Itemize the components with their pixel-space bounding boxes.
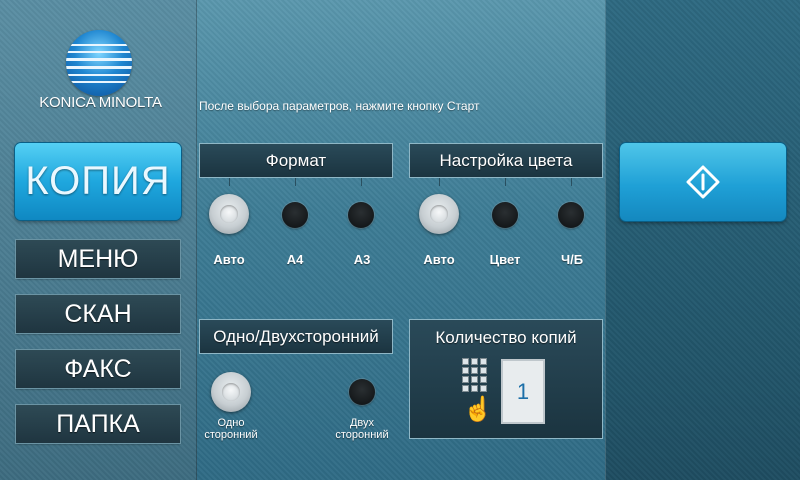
start-icon: [686, 165, 720, 199]
menu-button[interactable]: МЕНЮ: [16, 240, 180, 278]
format-tick: [361, 178, 362, 186]
scan-button-label: СКАН: [64, 299, 132, 328]
format-title: Формат: [265, 150, 327, 170]
duplex-single-radio[interactable]: [211, 372, 251, 412]
fax-button[interactable]: ФАКС: [16, 350, 180, 388]
color-title: Настройка цвета: [439, 150, 573, 170]
right-panel: [605, 0, 800, 480]
scan-button[interactable]: СКАН: [16, 295, 180, 333]
copy-mode-label: КОПИЯ: [25, 159, 171, 203]
color-color-radio[interactable]: [492, 202, 518, 228]
color-header: Настройка цвета: [410, 144, 602, 177]
copies-panel[interactable]: Количество копий ☝ 1: [410, 320, 602, 438]
instruction-text: После выбора параметров, нажмите кнопку …: [199, 99, 480, 113]
copies-count-value: 1: [516, 378, 530, 404]
start-button[interactable]: [620, 143, 786, 221]
duplex-double-label: Двух сторонний: [327, 417, 397, 441]
menu-button-label: МЕНЮ: [57, 244, 139, 273]
format-a4-radio[interactable]: [282, 202, 308, 228]
copies-count-field[interactable]: 1: [501, 359, 545, 424]
format-auto-radio[interactable]: [209, 194, 249, 234]
color-tick: [505, 178, 506, 186]
duplex-single-label: Одно сторонний: [196, 417, 266, 441]
color-bw-label: Ч/Б: [560, 252, 584, 267]
duplex-double-label-line1: Двух: [349, 417, 375, 429]
color-tick: [439, 178, 440, 186]
brand-logo-text: KONICA MINOLTA: [39, 94, 162, 111]
format-tick: [295, 178, 296, 186]
folder-button-label: ПАПКА: [56, 409, 140, 438]
color-tick: [571, 178, 572, 186]
duplex-double-radio[interactable]: [349, 379, 375, 405]
duplex-single-label-line2: сторонний: [204, 429, 258, 441]
duplex-single-label-line1: Одно: [217, 417, 245, 429]
color-bw-radio[interactable]: [558, 202, 584, 228]
format-auto-label: Авто: [213, 252, 245, 267]
format-header: Формат: [200, 144, 392, 177]
duplex-header: Одно/Двухсторонний: [200, 320, 392, 353]
fax-button-label: ФАКС: [64, 354, 132, 383]
color-auto-radio[interactable]: [419, 194, 459, 234]
format-tick: [229, 178, 230, 186]
copy-mode-button[interactable]: КОПИЯ: [15, 143, 181, 220]
copies-title: Количество копий: [435, 328, 577, 347]
logo-globe-icon: [66, 30, 132, 96]
duplex-double-label-line2: сторонний: [335, 429, 389, 441]
format-a3-radio[interactable]: [348, 202, 374, 228]
color-auto-label: Авто: [423, 252, 455, 267]
hand-pointer-icon: ☝: [463, 396, 493, 423]
format-a3-label: A3: [353, 252, 371, 267]
folder-button[interactable]: ПАПКА: [16, 405, 180, 443]
color-color-label: Цвет: [489, 252, 521, 267]
duplex-title: Одно/Двухсторонний: [213, 326, 379, 346]
format-a4-label: A4: [286, 252, 304, 267]
